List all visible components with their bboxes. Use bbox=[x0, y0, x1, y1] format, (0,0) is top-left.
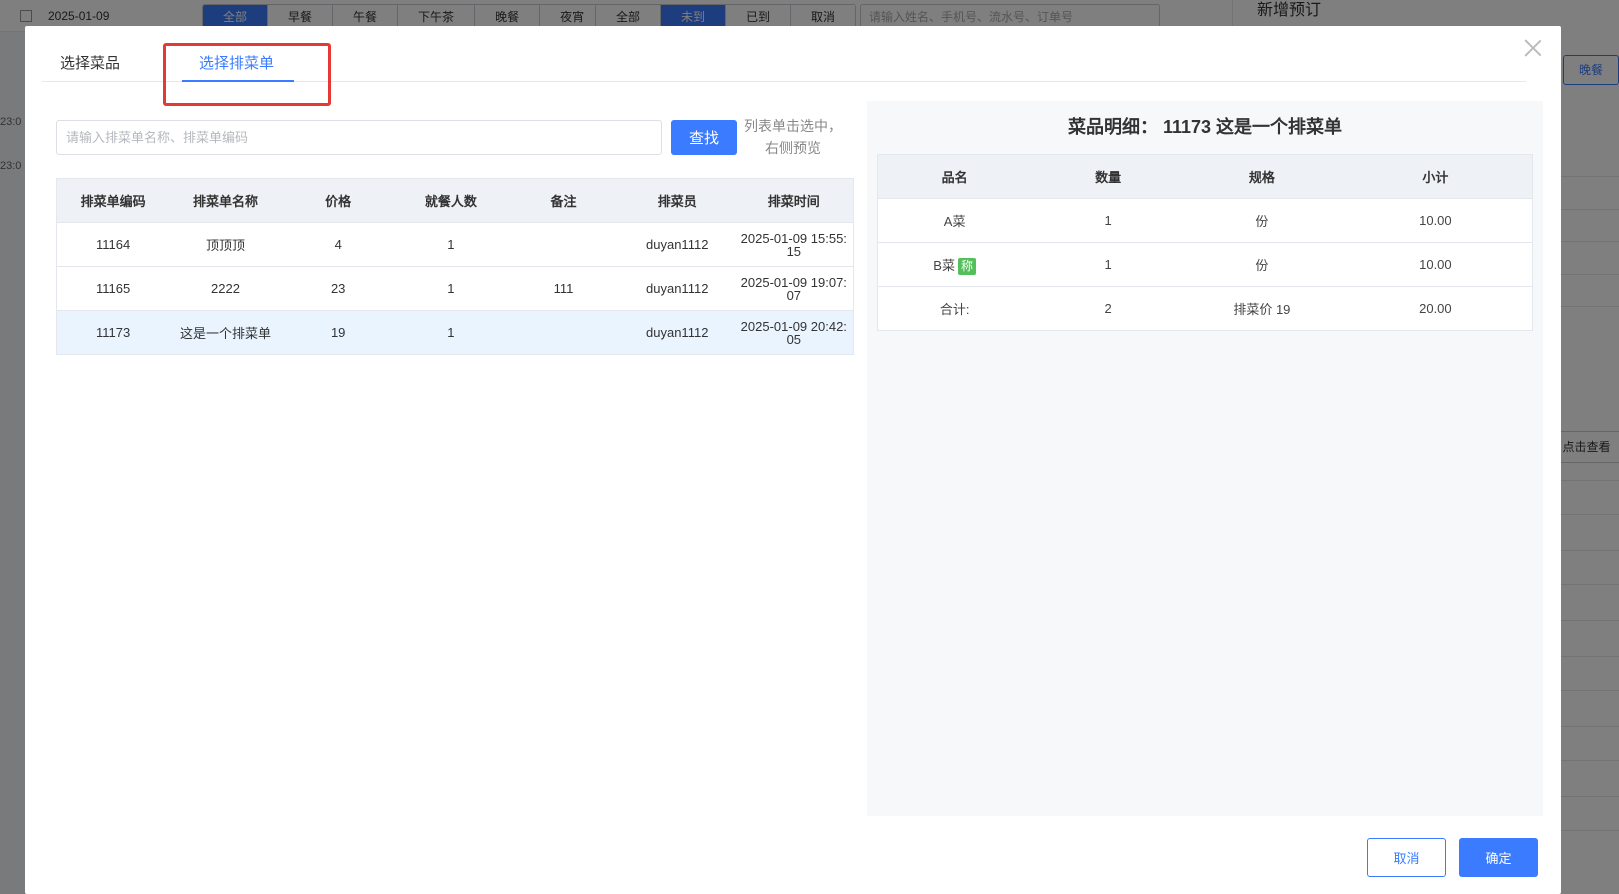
cell-code: 11165 bbox=[56, 266, 170, 311]
time-part: 07 bbox=[786, 287, 802, 303]
cell-people: 1 bbox=[394, 222, 508, 267]
selection-hint: 列表单击选中，右侧预览 bbox=[744, 118, 842, 156]
table-row: A菜 1 份 10.00 bbox=[877, 198, 1533, 243]
cell-dish-name: A菜 bbox=[877, 198, 1032, 243]
column-header: 排菜员 bbox=[619, 178, 735, 223]
column-header: 品名 bbox=[877, 154, 1032, 199]
cell-spec: 份 bbox=[1185, 198, 1339, 243]
total-subtotal: 20.00 bbox=[1338, 286, 1533, 331]
table-header-row: 品名 数量 规格 小计 bbox=[877, 154, 1533, 199]
total-spec: 排菜价 19 bbox=[1185, 286, 1339, 331]
menu-list-table: 排菜单编码 排菜单名称 价格 就餐人数 备注 排菜员 排菜时间 11164 顶顶… bbox=[56, 178, 854, 355]
cell-note bbox=[507, 310, 620, 355]
cell-name: 2222 bbox=[169, 266, 282, 311]
cell-name: 这是一个排菜单 bbox=[169, 310, 282, 355]
cell-time: 2025-01-09 15:55: 15 bbox=[734, 222, 854, 267]
cell-price: 23 bbox=[281, 266, 395, 311]
confirm-button[interactable]: 确定 bbox=[1459, 838, 1538, 877]
cell-code: 11173 bbox=[56, 310, 170, 355]
cell-name: 顶顶顶 bbox=[169, 222, 282, 267]
dish-name: B菜 bbox=[933, 257, 955, 273]
table-row[interactable]: 11165 2222 23 1 111 duyan1112 2025-01-09… bbox=[56, 266, 854, 311]
table-row: B菜称 1 份 10.00 bbox=[877, 242, 1533, 287]
cell-note bbox=[507, 222, 620, 267]
column-header: 备注 bbox=[507, 178, 620, 223]
cell-people: 1 bbox=[394, 310, 508, 355]
column-header: 价格 bbox=[281, 178, 395, 223]
cell-price: 4 bbox=[281, 222, 395, 267]
table-header-row: 排菜单编码 排菜单名称 价格 就餐人数 备注 排菜员 排菜时间 bbox=[56, 178, 854, 223]
tab-select-dishes[interactable]: 选择菜品 bbox=[60, 52, 120, 73]
cell-staff: duyan1112 bbox=[619, 222, 735, 267]
cell-staff: duyan1112 bbox=[619, 310, 735, 355]
cell-qty: 1 bbox=[1031, 242, 1186, 287]
cell-time: 2025-01-09 20:42: 05 bbox=[734, 310, 854, 355]
cell-subtotal: 10.00 bbox=[1338, 198, 1533, 243]
cell-spec: 份 bbox=[1185, 242, 1339, 287]
total-row: 合计: 2 排菜价 19 20.00 bbox=[877, 286, 1533, 331]
menu-select-dialog: 选择菜品 选择排菜单 查找 列表单击选中，右侧预览 排菜单编码 排菜单名称 价格… bbox=[25, 26, 1561, 894]
dish-detail-table: 品名 数量 规格 小计 A菜 1 份 10.00 B菜称 1 份 10.00 合… bbox=[877, 154, 1533, 331]
cell-time: 2025-01-09 19:07: 07 bbox=[734, 266, 854, 311]
column-header: 排菜单编码 bbox=[56, 178, 170, 223]
dish-detail-panel: 菜品明细： 11173 这是一个排菜单 品名 数量 规格 小计 A菜 1 份 1… bbox=[867, 101, 1543, 816]
find-button[interactable]: 查找 bbox=[671, 120, 737, 155]
weigh-badge: 称 bbox=[957, 257, 976, 275]
table-row-selected[interactable]: 11173 这是一个排菜单 19 1 duyan1112 2025-01-09 … bbox=[56, 310, 854, 355]
detail-title: 菜品明细： 11173 这是一个排菜单 bbox=[1067, 117, 1343, 137]
cell-qty: 1 bbox=[1031, 198, 1186, 243]
column-header: 数量 bbox=[1031, 154, 1186, 199]
highlight-annotation-box bbox=[163, 43, 331, 106]
column-header: 小计 bbox=[1338, 154, 1533, 199]
time-part: 15 bbox=[786, 243, 802, 259]
time-part: 05 bbox=[786, 331, 802, 347]
cell-staff: duyan1112 bbox=[619, 266, 735, 311]
column-header: 排菜单名称 bbox=[169, 178, 282, 223]
cell-code: 11164 bbox=[56, 222, 170, 267]
menu-search-input[interactable] bbox=[56, 120, 662, 155]
table-row[interactable]: 11164 顶顶顶 4 1 duyan1112 2025-01-09 15:55… bbox=[56, 222, 854, 267]
total-qty: 2 bbox=[1031, 286, 1186, 331]
column-header: 就餐人数 bbox=[394, 178, 508, 223]
total-label: 合计: bbox=[877, 286, 1032, 331]
cell-subtotal: 10.00 bbox=[1338, 242, 1533, 287]
cell-people: 1 bbox=[394, 266, 508, 311]
column-header: 排菜时间 bbox=[734, 178, 854, 223]
column-header: 规格 bbox=[1185, 154, 1339, 199]
cell-note: 111 bbox=[507, 266, 620, 311]
cancel-button[interactable]: 取消 bbox=[1367, 838, 1446, 877]
cell-price: 19 bbox=[281, 310, 395, 355]
cell-dish-name: B菜称 bbox=[877, 242, 1032, 287]
